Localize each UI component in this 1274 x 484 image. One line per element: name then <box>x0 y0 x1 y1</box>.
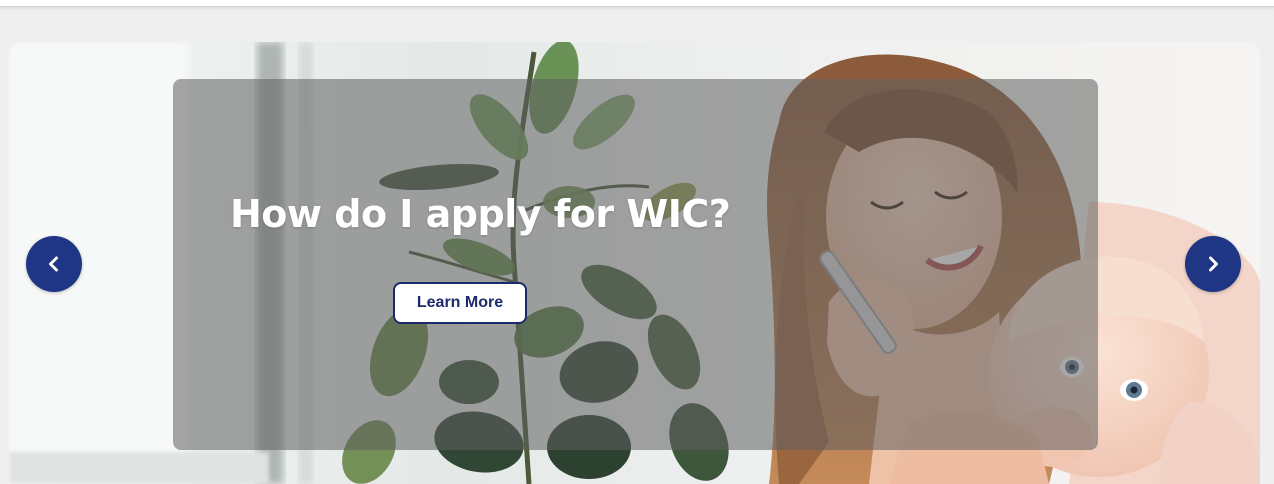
carousel-prev-button[interactable] <box>26 236 82 292</box>
top-navigation-bar <box>0 0 1274 7</box>
carousel-next-button[interactable] <box>1185 236 1241 292</box>
learn-more-button[interactable]: Learn More <box>393 282 527 324</box>
chevron-right-icon <box>1209 256 1218 272</box>
slide-headline: How do I apply for WIC? <box>230 192 731 236</box>
hero-carousel: How do I apply for WIC? Learn More <box>9 42 1260 484</box>
chevron-left-icon <box>49 256 58 272</box>
slide-caption-panel <box>173 79 1098 450</box>
